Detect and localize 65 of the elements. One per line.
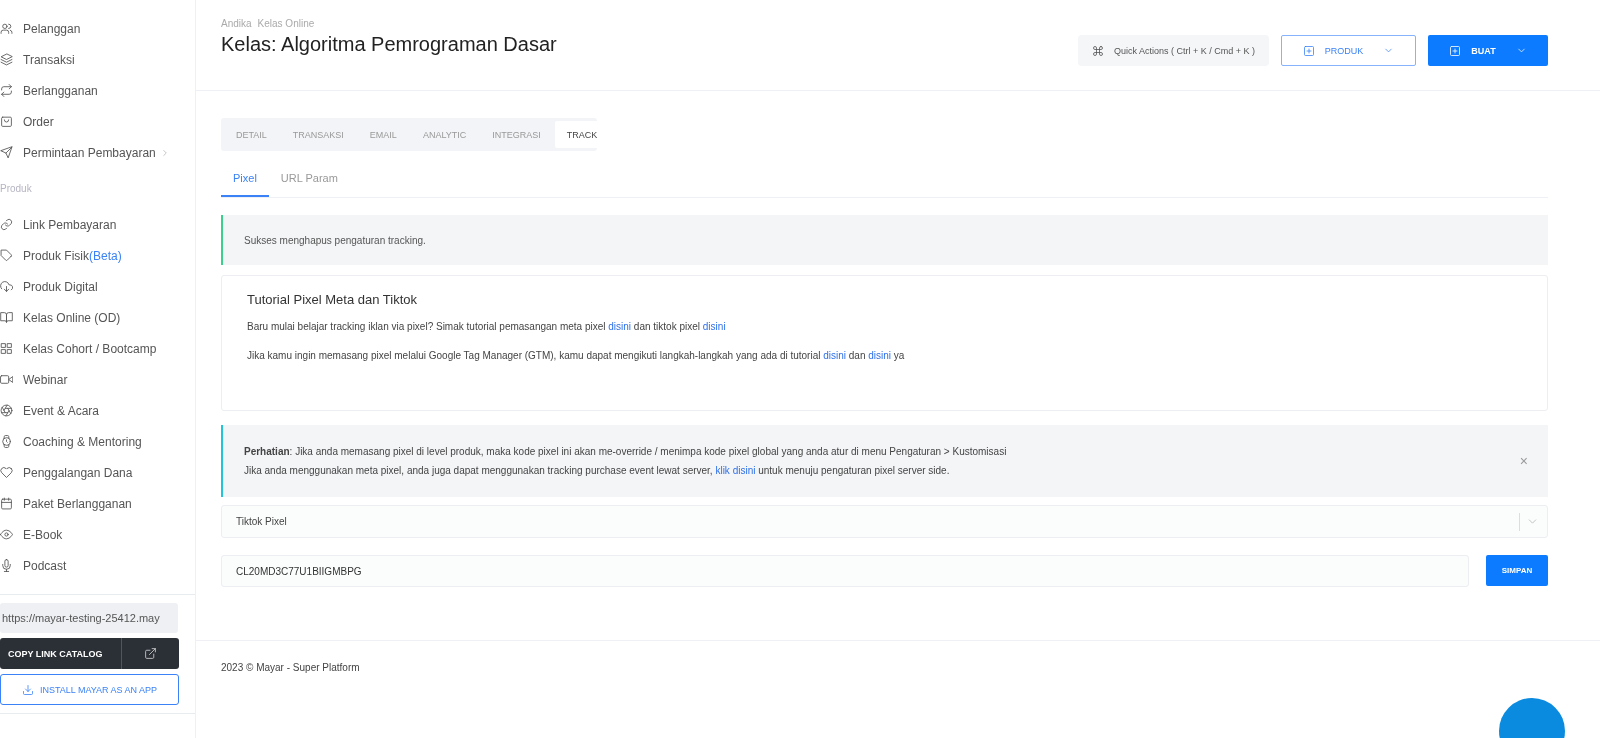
grid-icon bbox=[0, 342, 13, 355]
sidebar-item[interactable]: Podcast bbox=[0, 550, 195, 581]
box-icon bbox=[0, 115, 13, 128]
microphone-icon bbox=[0, 559, 13, 572]
plus-square-icon bbox=[1302, 44, 1315, 57]
book-icon bbox=[0, 311, 13, 324]
download-icon bbox=[21, 683, 34, 696]
open-external-button[interactable] bbox=[122, 638, 179, 669]
subtab[interactable]: Pixel bbox=[221, 161, 269, 197]
copy-link-button[interactable]: COPY LINK CATALOG bbox=[0, 638, 122, 669]
video-icon bbox=[0, 373, 13, 386]
sidebar-item[interactable]: Link Pembayaran bbox=[0, 209, 195, 240]
buat-dropdown-button[interactable]: BUAT bbox=[1428, 35, 1548, 66]
sidebar-item[interactable]: Transaksi bbox=[0, 44, 195, 75]
users-icon bbox=[0, 22, 13, 35]
quick-actions-button[interactable]: Quick Actions ( Ctrl + K / Cmd + K ) bbox=[1077, 35, 1269, 66]
pixel-type-select[interactable]: Tiktok Pixel bbox=[221, 505, 1548, 538]
sidebar-item[interactable]: Penggalangan Dana bbox=[0, 457, 195, 488]
plus-square-icon bbox=[1449, 44, 1462, 57]
save-button[interactable]: SIMPAN bbox=[1486, 555, 1548, 586]
footer-text: 2023 © Mayar - Super Platform bbox=[221, 662, 360, 673]
sidebar-item[interactable]: Produk Digital bbox=[0, 271, 195, 302]
eye-icon bbox=[0, 528, 13, 541]
notice-text: Perhatian: Jika anda memasang pixel di level produk, maka kode pixel ini akan me-override / menimpa kode pixel global yang anda atur di menu Pengaturan > Kustomisasi bbox=[244, 445, 1007, 459]
tutorial-text: Jika kamu ingin memasang pixel melalui Google Tag Manager (GTM), kamu dapat mengikuti langkah-langkah yang ada di tutorial disini dan disini ya bbox=[247, 350, 906, 361]
beta-label: (Beta) bbox=[89, 248, 122, 263]
disini-link[interactable]: disini bbox=[702, 321, 726, 332]
disini-link[interactable]: disini bbox=[823, 350, 847, 361]
sidebar-item[interactable]: E-Book bbox=[0, 519, 195, 550]
sidebar-item[interactable]: Webinar bbox=[0, 364, 195, 395]
send-icon bbox=[0, 146, 13, 159]
sidebar-section-label: Produk bbox=[0, 182, 33, 196]
watch-icon bbox=[0, 435, 13, 448]
install-app-button[interactable]: INSTALL MAYAR AS AN APP bbox=[0, 674, 179, 705]
heart-icon bbox=[0, 466, 13, 479]
page-title: Kelas: Algoritma Pemrograman Dasar bbox=[221, 33, 557, 56]
sidebar-item[interactable]: Kelas Cohort / Bootcamp bbox=[0, 333, 195, 364]
sidebar-item[interactable]: Berlangganan bbox=[0, 75, 195, 106]
klik-disini-link[interactable]: klik disini bbox=[715, 465, 756, 476]
layers-icon bbox=[0, 53, 13, 66]
aperture-icon bbox=[0, 404, 13, 417]
notice-text: Jika anda menggunakan meta pixel, anda juga dapat menggunakan tracking purchase event lewat server, klik disini untuk menuju pengaturan pixel server side. bbox=[244, 464, 951, 478]
external-link-icon bbox=[144, 647, 157, 660]
produk-dropdown-button[interactable]: PRODUK bbox=[1281, 35, 1416, 66]
calendar-icon bbox=[0, 497, 13, 510]
sidebar-item[interactable]: Permintaan Pembayaran bbox=[0, 137, 195, 168]
catalog-url-field[interactable]: https://mayar-testing-25412.may bbox=[0, 603, 178, 633]
disini-link[interactable]: disini bbox=[608, 321, 632, 332]
disini-link[interactable]: disini bbox=[868, 350, 892, 361]
pixel-id-field[interactable]: CL20MD3C77U1BIIGMBPG bbox=[221, 555, 1469, 587]
sidebar-item[interactable]: Paket Berlangganan bbox=[0, 488, 195, 519]
alert-message: Sukses menghapus pengaturan tracking. bbox=[244, 234, 426, 246]
sidebar-item[interactable]: Coaching & Mentoring bbox=[0, 426, 195, 457]
link-icon bbox=[0, 218, 13, 231]
tutorial-text: Baru mulai belajar tracking iklan via pixel? Simak tutorial pemasangan meta pixel disini dan tiktok pixel disini bbox=[247, 321, 727, 332]
sidebar-item[interactable]: Produk Fisik(Beta) bbox=[0, 240, 195, 271]
cloud-download-icon bbox=[0, 280, 13, 293]
sidebar-item[interactable]: Event & Acara bbox=[0, 395, 195, 426]
repeat-icon bbox=[0, 84, 13, 97]
command-icon bbox=[1091, 44, 1104, 57]
card-title: Tutorial Pixel Meta dan Tiktok bbox=[247, 292, 419, 307]
tag-icon bbox=[0, 249, 13, 262]
sidebar-item[interactable]: Order bbox=[0, 106, 195, 137]
sidebar-item[interactable]: Pelanggan bbox=[0, 13, 195, 44]
sidebar-item[interactable]: Kelas Online (OD) bbox=[0, 302, 195, 333]
